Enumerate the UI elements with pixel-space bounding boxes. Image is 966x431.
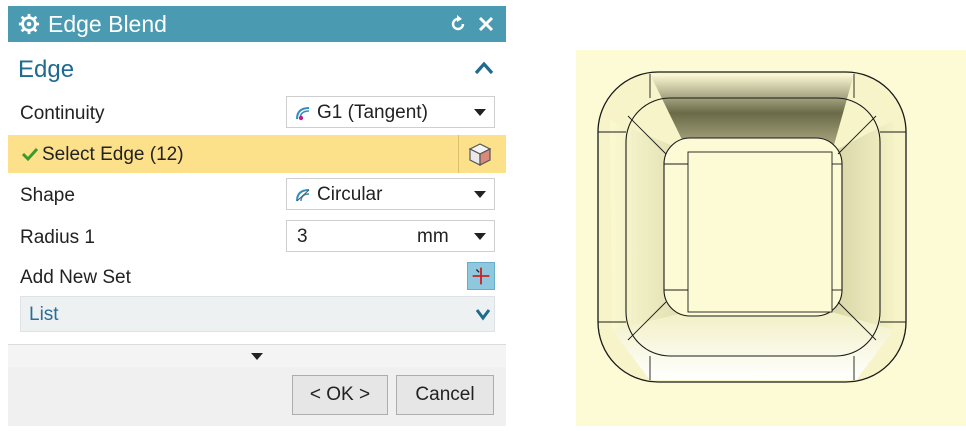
list-label: List — [29, 304, 59, 325]
cancel-button[interactable]: Cancel — [396, 375, 494, 415]
radius-row: Radius 1 3 mm — [8, 218, 506, 256]
list-section-header[interactable]: List — [20, 296, 495, 332]
shape-row: Shape Circular — [8, 176, 506, 214]
add-new-set-button[interactable] — [467, 262, 495, 290]
dialog-titlebar: Edge Blend — [8, 6, 506, 42]
radius-input[interactable]: 3 mm — [286, 220, 495, 252]
tangent-continuity-icon — [296, 107, 310, 121]
ok-button[interactable]: < OK > — [292, 375, 388, 415]
close-icon[interactable] — [476, 14, 496, 34]
shape-label: Shape — [20, 185, 75, 206]
chevron-down-icon[interactable] — [474, 233, 486, 240]
chevron-down-icon — [474, 191, 486, 198]
add-set-icon — [472, 267, 490, 285]
chevron-down-icon[interactable] — [475, 307, 491, 321]
circular-shape-icon — [296, 189, 310, 202]
graphics-viewport[interactable] — [576, 50, 966, 426]
radius-label: Radius 1 — [20, 227, 95, 248]
more-options-toggle[interactable] — [8, 344, 506, 368]
continuity-value: G1 (Tangent) — [317, 102, 428, 123]
gear-icon[interactable] — [18, 13, 40, 35]
dialog-title: Edge Blend — [48, 11, 167, 37]
add-new-set-label: Add New Set — [20, 267, 131, 288]
add-new-set-row: Add New Set — [8, 258, 506, 296]
chevron-down-icon[interactable] — [251, 353, 263, 360]
continuity-row: Continuity G1 (Tangent) — [8, 94, 506, 132]
radius-unit: mm — [417, 226, 449, 247]
select-edge-label: Select Edge (12) — [42, 144, 184, 165]
chevron-down-icon — [474, 109, 486, 116]
edge-section-label: Edge — [18, 56, 75, 83]
chevron-up-icon[interactable] — [474, 60, 494, 76]
cube-select-icon[interactable] — [467, 141, 493, 167]
shape-dropdown[interactable]: Circular — [286, 178, 495, 210]
shape-value: Circular — [317, 184, 383, 205]
reset-icon[interactable] — [448, 14, 468, 34]
select-edge-divider — [458, 135, 459, 173]
blended-pocket-model — [576, 50, 966, 426]
select-edge-row[interactable]: Select Edge (12) — [8, 135, 506, 173]
dialog-footer: < OK > Cancel — [8, 367, 506, 426]
edge-section-header[interactable]: Edge — [8, 52, 506, 88]
continuity-label: Continuity — [20, 103, 105, 124]
edge-blend-dialog: Edge Blend Edge Continuity G1 (Tangent) — [8, 6, 506, 426]
continuity-dropdown[interactable]: G1 (Tangent) — [286, 96, 495, 128]
radius-value[interactable]: 3 — [297, 226, 308, 248]
checkmark-icon — [21, 147, 39, 162]
